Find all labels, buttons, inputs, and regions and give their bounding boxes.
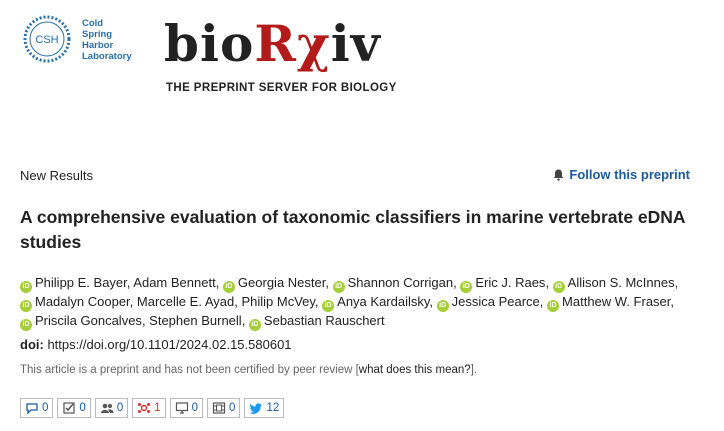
orcid-icon[interactable]: iD <box>248 319 261 331</box>
csh-line: Spring <box>82 29 113 40</box>
article-section-label: New Results <box>20 168 93 183</box>
comment-icon <box>26 403 38 414</box>
metric-count: 0 <box>229 402 236 414</box>
orcid-icon[interactable]: iD <box>20 319 32 331</box>
logo-part: bio <box>164 14 255 73</box>
users-metric-button[interactable]: 0 <box>94 398 129 418</box>
doi-line: doi: https://doi.org/10.1101/2024.02.15.… <box>20 337 292 352</box>
altmetric-icon <box>138 403 151 413</box>
author-name: Priscila Goncalves <box>35 313 142 328</box>
metric-count: 0 <box>42 402 49 414</box>
follow-label: Follow this preprint <box>569 167 690 182</box>
bell-icon <box>554 169 564 181</box>
orcid-icon[interactable]: iD <box>460 281 473 293</box>
author-name: Marcelle E. Ayad <box>136 294 235 309</box>
film-metric-button[interactable]: 0 <box>207 398 241 418</box>
csh-line: Laboratory <box>82 51 132 62</box>
author-name: Adam Bennett <box>133 275 216 290</box>
author-link[interactable]: Adam Bennett <box>133 275 215 290</box>
notice-text: ]. <box>470 364 478 376</box>
author-link[interactable]: Philip McVey <box>241 294 314 309</box>
orcid-icon[interactable]: iD <box>322 300 335 312</box>
orcid-icon[interactable]: iD <box>552 281 565 293</box>
orcid-icon[interactable]: iD <box>20 300 32 312</box>
author-name: Philipp E. Bayer <box>35 275 127 290</box>
author-name: Stephen Burnell <box>149 313 242 328</box>
metrics-bar: 0 0 0 1 0 0 12 <box>20 398 285 418</box>
svg-text:CSH: CSH <box>35 34 58 46</box>
comment-metric-button[interactable]: 0 <box>20 398 54 418</box>
metric-count: 12 <box>266 402 280 414</box>
author-link[interactable]: iD Sebastian Rauschert <box>248 313 385 331</box>
orcid-icon[interactable]: iD <box>436 300 449 312</box>
author-link[interactable]: iD Philipp E. Bayer <box>20 275 127 293</box>
orcid-icon[interactable]: iD <box>20 281 32 293</box>
logo-part: Rχ <box>254 14 331 73</box>
altmetric-metric-button[interactable]: 1 <box>132 398 166 418</box>
notice-text: This article is a preprint and has not b… <box>20 364 359 376</box>
film-icon <box>212 402 226 414</box>
author-name: Jessica Pearce <box>451 294 540 309</box>
twitter-icon <box>249 403 263 414</box>
orcid-icon[interactable]: iD <box>222 281 235 293</box>
checkbox-metric-button[interactable]: 0 <box>57 398 91 418</box>
doi-label: doi: <box>20 337 44 352</box>
author-name: Shannon Corrigan <box>347 275 454 290</box>
author-link[interactable]: iD Anya Kardailsky <box>322 294 430 312</box>
monitor-metric-button[interactable]: 0 <box>169 398 204 418</box>
checkbox-icon <box>63 402 76 414</box>
site-header: CSH Cold Spring Harbor Laboratory bioRχi… <box>0 0 724 110</box>
author-link[interactable]: iD Madalyn Cooper <box>20 294 130 312</box>
author-link[interactable]: iD Matthew W. Fraser <box>547 294 671 312</box>
csh-line: Harbor <box>82 40 114 51</box>
logo-part: iv <box>330 14 381 73</box>
article-title: A comprehensive evaluation of taxonomic … <box>20 207 685 252</box>
author-link[interactable]: iD Georgia Nester <box>222 275 326 293</box>
metric-count: 0 <box>79 402 86 414</box>
author-link[interactable]: iD Priscila Goncalves <box>20 313 142 331</box>
author-link[interactable]: Marcelle E. Ayad <box>137 294 234 309</box>
users-icon <box>100 403 114 413</box>
author-link[interactable]: Stephen Burnell <box>149 313 242 328</box>
author-name: Georgia Nester <box>237 275 326 290</box>
author-link[interactable]: iD Allison S. McInnes <box>552 275 675 293</box>
author-name: Philip McVey <box>241 294 315 309</box>
author-link[interactable]: iD Jessica Pearce <box>436 294 540 312</box>
csh-line: Cold <box>82 18 104 29</box>
monitor-icon <box>175 402 188 414</box>
biorxiv-logo[interactable]: bioRχiv <box>164 14 381 74</box>
preprint-notice: This article is a preprint and has not b… <box>20 364 477 376</box>
csh-name[interactable]: Cold Spring Harbor Laboratory <box>82 18 132 62</box>
author-name: Allison S. McInnes <box>567 275 675 290</box>
author-name: Anya Kardailsky <box>337 294 430 309</box>
metric-count: 0 <box>116 402 124 414</box>
orcid-icon[interactable]: iD <box>332 281 345 293</box>
author-name: Eric J. Raes <box>475 275 546 290</box>
author-link[interactable]: iD Shannon Corrigan <box>332 275 454 293</box>
author-list: iD Philipp E. Bayer, Adam Bennett, iD Geor… <box>20 274 710 331</box>
follow-preprint-button[interactable]: Follow this preprint <box>553 167 690 182</box>
metric-count: 0 <box>191 402 199 414</box>
tagline: THE PREPRINT SERVER FOR BIOLOGY <box>166 82 397 94</box>
csh-logo-icon[interactable]: CSH <box>22 14 72 64</box>
orcid-icon[interactable]: iD <box>547 300 560 312</box>
what-does-this-mean-link[interactable]: what does this mean? <box>359 364 471 376</box>
author-name: Sebastian Rauschert <box>263 313 385 328</box>
doi-link[interactable]: https://doi.org/10.1101/2024.02.15.58060… <box>47 337 291 352</box>
author-link[interactable]: iD Eric J. Raes <box>460 275 546 293</box>
author-name: Madalyn Cooper <box>35 294 130 309</box>
author-name: Matthew W. Fraser <box>562 294 671 309</box>
twitter-metric-button[interactable]: 12 <box>244 398 285 418</box>
metric-count: 1 <box>154 402 161 414</box>
